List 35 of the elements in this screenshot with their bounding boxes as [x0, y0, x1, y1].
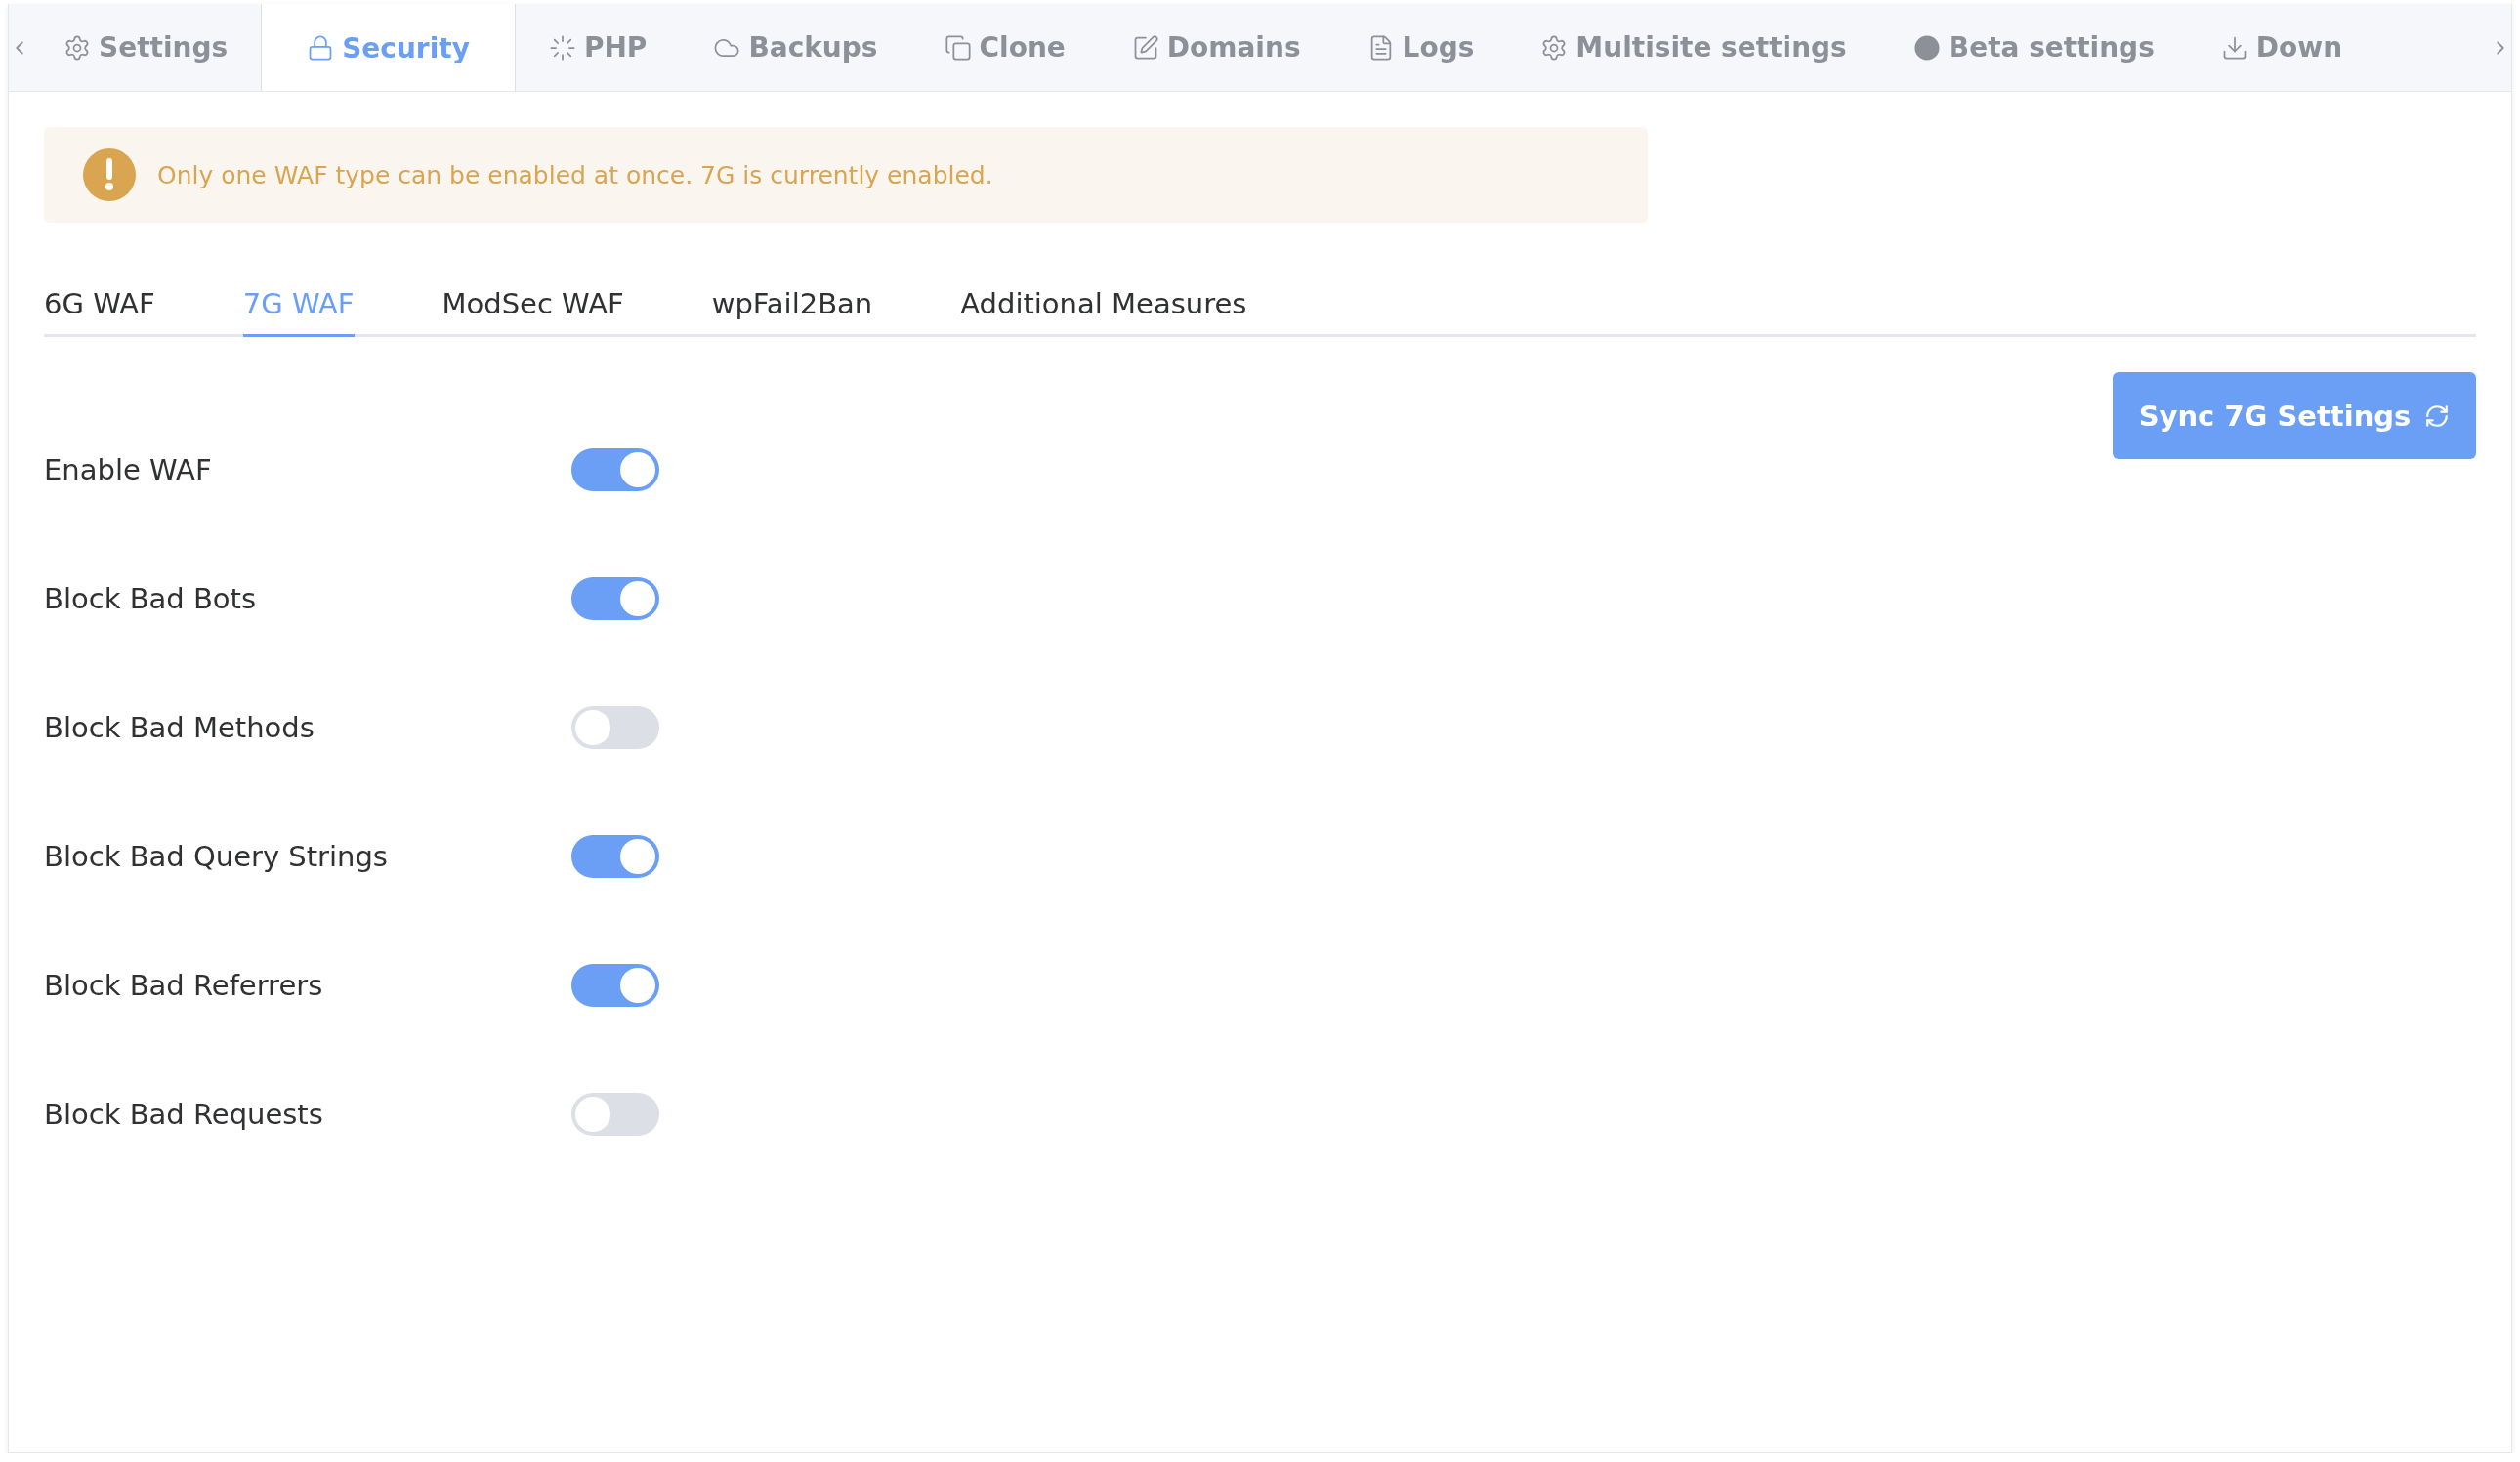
tab-icon: [1912, 33, 1941, 62]
setting-label: Block Bad Bots: [44, 582, 258, 615]
setting-label: Block Bad Methods: [44, 711, 315, 744]
nav-tab[interactable]: Domains: [1098, 4, 1334, 91]
waf-tab[interactable]: 6G WAF: [44, 287, 155, 337]
waf-tab[interactable]: Additional Measures: [960, 287, 1247, 337]
nav-tab[interactable]: Logs: [1333, 4, 1508, 91]
nav-tab[interactable]: Clone: [910, 4, 1099, 91]
tab-icon: [63, 33, 91, 62]
waf-tab[interactable]: wpFail2Ban: [711, 287, 873, 337]
setting-label: Block Bad Query Strings: [44, 840, 389, 873]
warning-icon: [83, 148, 136, 201]
toggle-switch[interactable]: [571, 964, 659, 1007]
waf-tab[interactable]: 7G WAF: [242, 287, 355, 337]
setting-label: Block Bad Referrers: [44, 969, 324, 1002]
nav-tab[interactable]: Down: [2187, 4, 2376, 91]
toggle-switch[interactable]: [571, 1093, 659, 1136]
nav-tab[interactable]: Multisite settings: [1507, 4, 1880, 91]
toggle-switch[interactable]: [571, 835, 659, 878]
alert-text: Only one WAF type can be enabled at once. 7G is currently enabled.: [157, 160, 993, 189]
nav-tab[interactable]: Backups: [680, 4, 911, 91]
setting-label: Block Bad Requests: [44, 1098, 324, 1131]
toggle-switch[interactable]: [571, 706, 659, 749]
setting-label: Enable WAF: [44, 453, 213, 486]
sync-button[interactable]: Sync 7G Settings: [2113, 372, 2476, 459]
nav-tab[interactable]: PHP: [515, 4, 681, 91]
toggle-switch[interactable]: [571, 448, 659, 491]
tab-icon: [548, 33, 576, 62]
toggle-switch[interactable]: [571, 577, 659, 620]
nav-tab[interactable]: Beta settings: [1879, 4, 2188, 91]
waf-tab[interactable]: ModSec WAF: [441, 287, 624, 337]
tab-icon: [944, 33, 972, 62]
refresh-icon: [2424, 402, 2451, 429]
nav-tab[interactable]: Security: [261, 4, 516, 91]
nav-tab[interactable]: Settings: [30, 4, 262, 91]
